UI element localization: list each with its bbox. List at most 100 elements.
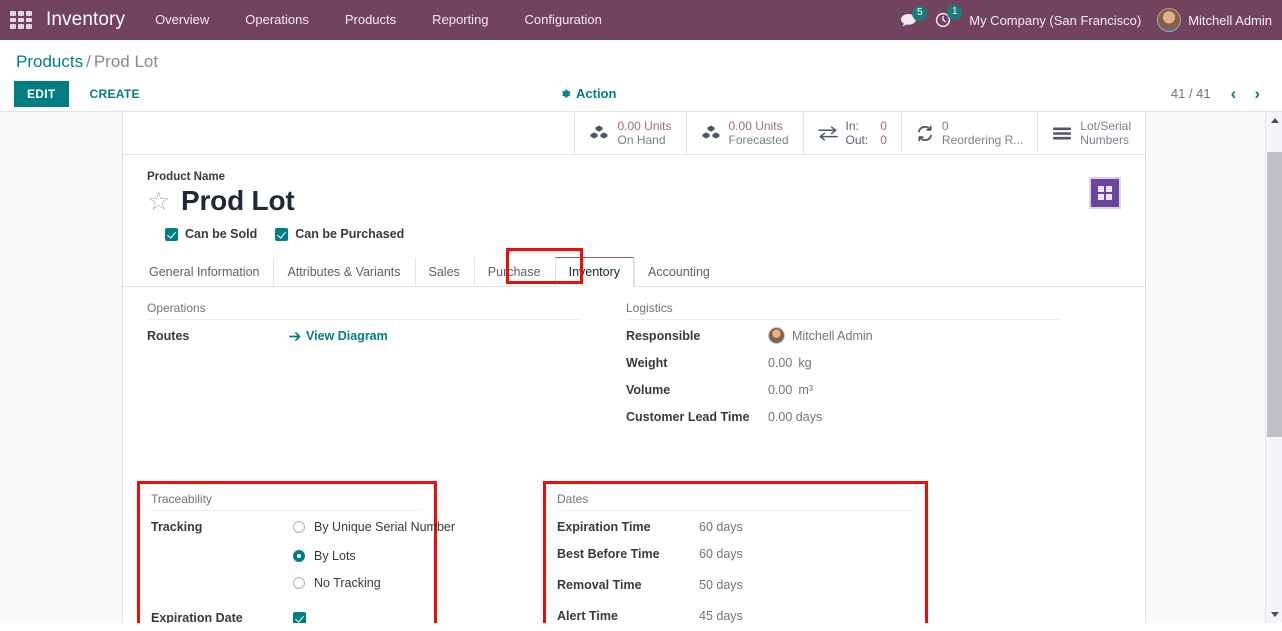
operations-group: Operations Routes View Diagram (147, 301, 582, 435)
tracking-option-serial-label: By Unique Serial Number (314, 520, 456, 534)
tracking-row-1: Tracking By Unique Serial Number (151, 518, 455, 536)
tab-inventory[interactable]: Inventory (554, 257, 635, 287)
volume-number: 0.00 (768, 383, 793, 397)
edit-button[interactable]: EDIT (14, 80, 69, 107)
scroll-down-button[interactable] (1266, 606, 1282, 623)
apps-grid-icon[interactable] (10, 11, 32, 29)
tab-sales[interactable]: Sales (414, 257, 474, 287)
breadcrumb-products[interactable]: Products (16, 52, 83, 71)
stat-button-reordering-rules[interactable]: 0 Reordering R... (900, 112, 1037, 154)
expiration-date-row: Expiration Date (151, 609, 423, 623)
user-menu[interactable]: Mitchell Admin (1157, 8, 1272, 32)
tracking-option-lots-label: By Lots (314, 549, 356, 563)
expiration-date-checkbox[interactable] (293, 611, 306, 623)
pager-counter: 41 / 41 (1170, 86, 1211, 101)
scroll-thumb[interactable] (1267, 152, 1282, 437)
weight-label: Weight (626, 356, 668, 370)
image-grid-icon (1098, 186, 1112, 200)
scroll-up-button[interactable] (1266, 112, 1282, 129)
stat-button-in-out[interactable]: In: Out: 0 0 (802, 112, 901, 154)
dates-group: Dates Expiration Time 60 days Best Befor… (543, 481, 928, 623)
traceability-group-title: Traceability (151, 492, 423, 511)
can-be-sold-checkbox[interactable] (165, 227, 178, 241)
expiration-time-row: Expiration Time 60 days (557, 518, 914, 536)
tracking-row-3: No Tracking (151, 576, 423, 590)
volume-unit: m³ (798, 383, 813, 397)
vertical-scrollbar[interactable] (1265, 112, 1282, 623)
inventory-tab-lower-groups: Traceability Tracking By Unique Serial N… (137, 481, 1121, 623)
avatar (1157, 8, 1182, 32)
company-selector[interactable]: My Company (San Francisco) (969, 13, 1141, 28)
tab-general-information[interactable]: General Information (135, 257, 273, 287)
stat-label: Forecasted (728, 133, 789, 147)
stat-value: 0 (941, 119, 949, 133)
alert-time-value: 45 days (699, 609, 743, 623)
menu-item-products[interactable]: Products (327, 0, 414, 40)
weight-row: Weight 0.00 kg (626, 354, 1061, 372)
stat-button-forecasted[interactable]: 0.00 Units Forecasted (685, 112, 803, 154)
pager-previous-icon[interactable]: ‹ (1223, 85, 1245, 102)
messages-button[interactable]: 5 (900, 5, 928, 28)
stat-label: On Hand (617, 133, 666, 147)
breadcrumb: Products / Prod Lot (0, 40, 1282, 76)
routes-label: Routes (147, 329, 190, 343)
menu-item-overview[interactable]: Overview (137, 0, 227, 40)
activities-button[interactable]: 1 (935, 5, 963, 28)
tracking-row-2: By Lots (151, 549, 423, 563)
view-diagram-button[interactable]: View Diagram (289, 327, 388, 345)
pager-next-icon[interactable]: › (1246, 85, 1268, 102)
stat-button-on-hand[interactable]: 0.00 Units On Hand (574, 112, 685, 154)
responsible-label: Responsible (626, 329, 701, 343)
tab-accounting[interactable]: Accounting (634, 257, 724, 287)
stat-value: 0.00 Units (728, 119, 783, 133)
customer-lead-time-label: Customer Lead Time (626, 410, 750, 424)
stat-button-lot-serial-numbers[interactable]: Lot/Serial Numbers (1037, 112, 1145, 154)
menu-item-operations[interactable]: Operations (227, 0, 327, 40)
responsible-value[interactable]: Mitchell Admin (768, 327, 873, 345)
exchange-arrows-icon (817, 125, 838, 141)
routes-row: Routes View Diagram (147, 327, 582, 347)
notebook-tabs: General Information Attributes & Variant… (123, 248, 1145, 287)
cubes-icon (701, 124, 721, 142)
create-button[interactable]: CREATE (77, 81, 153, 107)
star-outline-icon[interactable]: ☆ (147, 188, 171, 214)
stat-label-line2: Numbers (1080, 133, 1129, 147)
logistics-group: Logistics Responsible Mitchell Admin Wei… (626, 301, 1061, 435)
expiration-time-label: Expiration Time (557, 520, 651, 534)
menu-item-configuration[interactable]: Configuration (507, 0, 620, 40)
form-sheet-wrapper: 0.00 Units On Hand 0.00 Units Forecasted (122, 112, 1146, 623)
tab-purchase[interactable]: Purchase (473, 257, 555, 287)
action-menu-button[interactable]: Action (560, 86, 616, 101)
tracking-radio-none[interactable] (293, 577, 305, 589)
product-flags: Can be Sold Can be Purchased (165, 227, 1121, 241)
can-be-purchased-label: Can be Purchased (295, 227, 405, 241)
pager: 41 / 41 ‹ › (1171, 85, 1268, 102)
tracking-radio-serial[interactable] (293, 521, 305, 533)
tracking-radio-lots[interactable] (293, 550, 305, 562)
can-be-purchased-checkbox[interactable] (275, 227, 289, 241)
can-be-sold-label: Can be Sold (185, 227, 258, 241)
responsible-name: Mitchell Admin (792, 329, 873, 343)
volume-value: 0.00 m³ (768, 381, 813, 399)
stat-label: Reordering R... (941, 133, 1024, 147)
weight-number: 0.00 (768, 356, 793, 370)
breadcrumb-separator: / (86, 52, 91, 71)
stat-text: In: Out: 0 0 (846, 119, 887, 147)
stat-text: 0 Reordering R... (942, 119, 1023, 147)
operations-group-title: Operations (147, 301, 582, 320)
can-be-sold-field[interactable]: Can be Sold (165, 227, 257, 241)
logistics-group-title: Logistics (626, 301, 1061, 320)
traceability-group: Traceability Tracking By Unique Serial N… (137, 481, 455, 623)
stat-text: 0.00 Units Forecasted (729, 119, 789, 147)
form-view-content: 0.00 Units On Hand 0.00 Units Forecasted (0, 112, 1282, 623)
out-value: 0 (880, 133, 887, 147)
view-diagram-label: View Diagram (306, 329, 388, 343)
product-title-row: ☆ Prod Lot (147, 185, 1121, 217)
app-brand-inventory[interactable]: Inventory (40, 9, 137, 31)
menu-item-reporting[interactable]: Reporting (414, 0, 506, 40)
customer-lead-time-value: 0.00 days (768, 410, 823, 424)
can-be-purchased-field[interactable]: Can be Purchased (275, 227, 404, 241)
tab-attributes-variants[interactable]: Attributes & Variants (273, 257, 414, 287)
navbar-right: 5 1 My Company (San Francisco) Mitchell … (900, 0, 1282, 40)
product-image-placeholder[interactable] (1089, 177, 1121, 209)
